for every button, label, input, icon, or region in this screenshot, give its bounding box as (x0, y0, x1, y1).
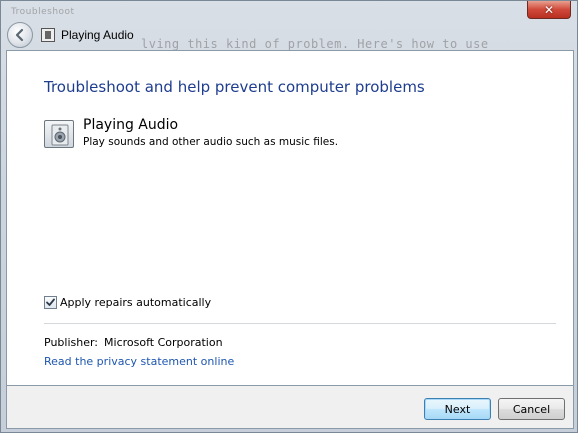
button-bar: Next Cancel (6, 386, 574, 429)
audio-speaker-icon (44, 120, 74, 148)
title-bar: Playing Audio (5, 21, 573, 49)
cancel-button[interactable]: Cancel (498, 398, 565, 420)
publisher-value: Microsoft Corporation (104, 336, 223, 349)
apply-repairs-checkbox[interactable] (44, 296, 57, 309)
divider (44, 323, 556, 324)
window-title: Playing Audio (61, 28, 134, 42)
apply-repairs-option[interactable]: Apply repairs automatically (44, 296, 211, 309)
back-button[interactable] (7, 22, 33, 48)
troubleshooter-description: Play sounds and other audio such as musi… (83, 136, 339, 148)
close-icon: ✕ (543, 2, 555, 17)
close-button[interactable]: ✕ (527, 1, 571, 19)
background-window-text: Troubleshoot (11, 7, 75, 17)
privacy-statement-link[interactable]: Read the privacy statement online (44, 355, 234, 368)
publisher-label: Publisher: (44, 336, 99, 349)
page-title: Troubleshoot and help prevent computer p… (44, 78, 425, 96)
content-panel: Troubleshoot and help prevent computer p… (6, 50, 574, 386)
window-frame: Troubleshoot lving this kind of problem.… (0, 0, 578, 433)
apply-repairs-label[interactable]: Apply repairs automatically (60, 296, 211, 309)
checkmark-icon (46, 298, 55, 306)
publisher-info: Publisher: Microsoft Corporation (44, 336, 223, 349)
troubleshooter-title: Playing Audio (83, 117, 179, 133)
troubleshooter-icon (41, 28, 55, 42)
back-arrow-icon (15, 28, 24, 42)
next-button[interactable]: Next (424, 398, 491, 420)
